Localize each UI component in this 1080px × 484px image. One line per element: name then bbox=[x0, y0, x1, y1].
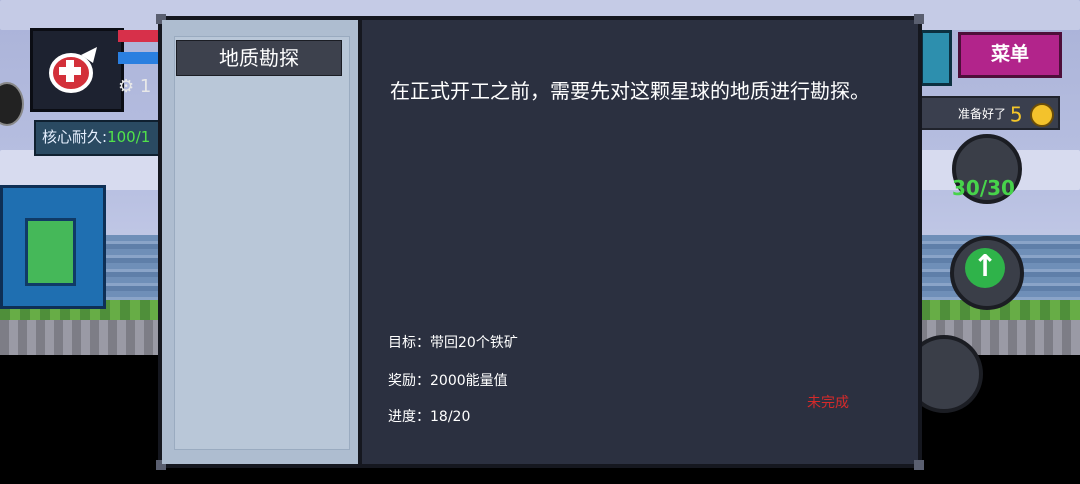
stat-readout: ⚙ 1 bbox=[118, 76, 151, 97]
core-label: 核心耐久: bbox=[42, 128, 108, 146]
cog-icon: ⚙ bbox=[118, 76, 135, 97]
quest-list-item[interactable]: 地质勘探 bbox=[176, 40, 342, 76]
health-bar bbox=[118, 30, 163, 42]
player-portrait[interactable] bbox=[30, 28, 124, 112]
quest-progress: 进度：18/20 bbox=[388, 409, 471, 425]
ready-counter: 准备好了 5 bbox=[920, 96, 1060, 130]
quest-goal: 目标：带回20个铁矿 bbox=[388, 335, 518, 351]
ammo-counter: 30/30 bbox=[952, 176, 1015, 200]
missile-icon bbox=[49, 47, 97, 93]
menu-button[interactable]: 菜单 bbox=[958, 32, 1062, 78]
dialog-corner bbox=[914, 14, 924, 24]
machine-screen bbox=[25, 218, 76, 286]
energy-bar bbox=[118, 52, 163, 64]
quest-list-panel: 地质勘探 bbox=[162, 20, 362, 464]
stat-value: 1 bbox=[139, 76, 152, 97]
quest-list bbox=[174, 36, 350, 450]
ready-count: 5 bbox=[1009, 102, 1023, 127]
ready-label: 准备好了 bbox=[958, 107, 1007, 121]
quest-reward: 奖励：2000能量值 bbox=[388, 373, 508, 389]
quest-status: 未完成 bbox=[807, 395, 849, 411]
dialog-corner bbox=[914, 460, 924, 470]
up-arrow-icon: ↑ bbox=[965, 248, 1005, 288]
core-machine bbox=[0, 185, 106, 309]
core-value: 100/1 bbox=[107, 128, 151, 146]
right-panel-edge bbox=[920, 30, 952, 86]
quest-dialog: 地质勘探 在正式开工之前，需要先对这颗星球的地质进行勘探。 目标：带回20个铁矿… bbox=[156, 14, 924, 470]
quest-description: 在正式开工之前，需要先对这颗星球的地质进行勘探。 bbox=[390, 79, 870, 103]
coin-icon bbox=[1030, 102, 1055, 127]
